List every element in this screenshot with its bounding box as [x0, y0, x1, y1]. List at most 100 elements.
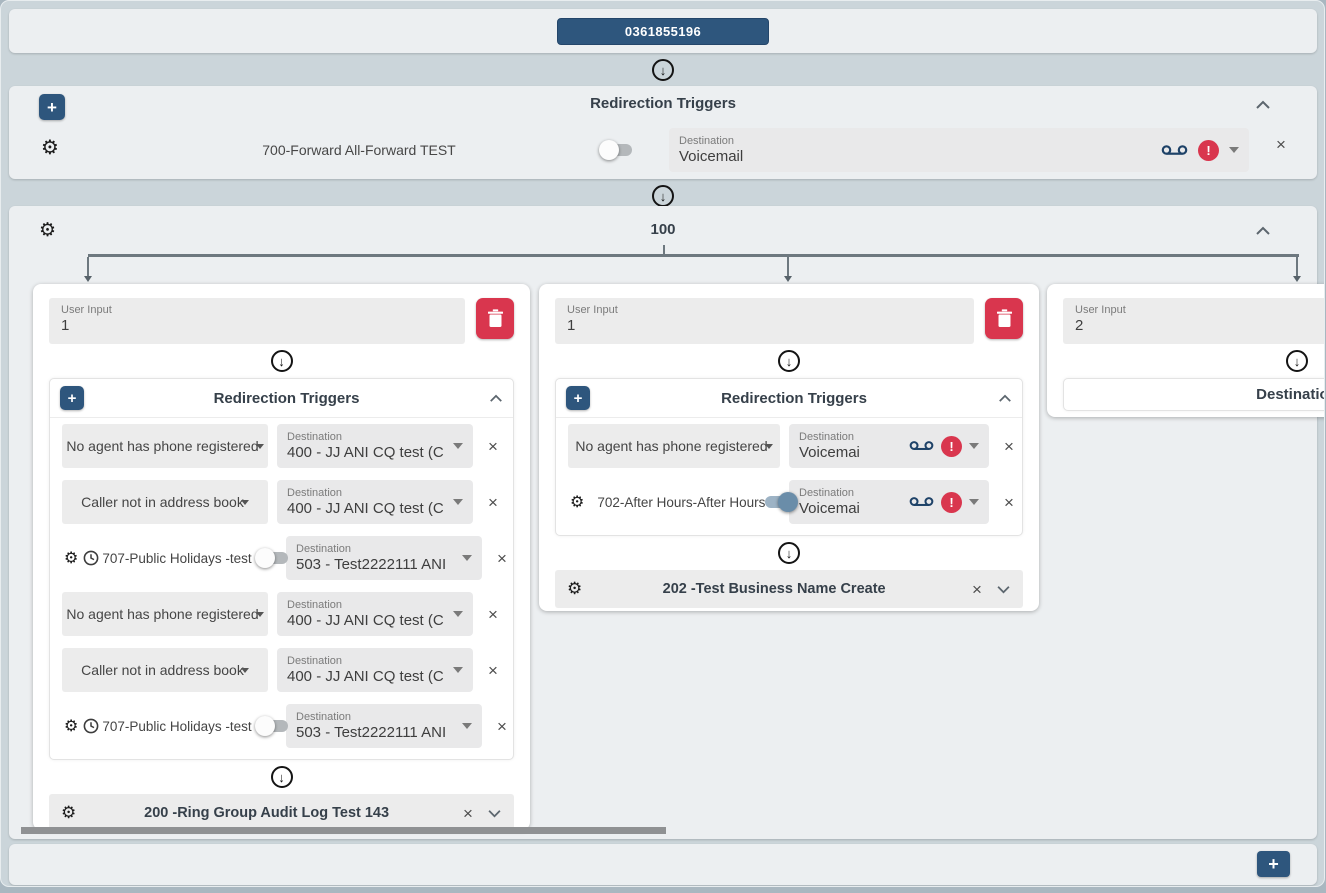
- alert-icon: !: [949, 494, 954, 510]
- user-input-label: User Input: [61, 304, 112, 316]
- gear-icon[interactable]: ⚙: [64, 718, 78, 734]
- expand-chevron-icon[interactable]: [996, 585, 1011, 594]
- destination-dropdown[interactable]: Destination 400 - JJ ANI CQ test (C: [277, 424, 473, 468]
- horizontal-scrollbar[interactable]: [21, 827, 666, 834]
- close-icon: ×: [488, 604, 498, 624]
- delete-card-button[interactable]: [476, 298, 514, 339]
- remove-trigger-button[interactable]: ×: [998, 494, 1020, 511]
- destination-dropdown[interactable]: Destination Voicemail !: [669, 128, 1249, 172]
- destination-dropdown[interactable]: Destination 503 - Test2222111 ANI: [286, 704, 482, 748]
- trigger-name: 707-Public Holidays -test: [102, 718, 252, 734]
- remove-trigger-button[interactable]: ×: [482, 662, 504, 679]
- destination-label: Destination: [287, 431, 343, 443]
- gear-icon[interactable]: ⚙: [64, 550, 78, 566]
- remove-trigger-button[interactable]: ×: [482, 494, 504, 511]
- destination-dropdown[interactable]: Destination 400 - JJ ANI CQ test (C: [277, 648, 473, 692]
- close-icon: ×: [463, 803, 473, 823]
- add-trigger-button[interactable]: +: [60, 386, 84, 410]
- phone-number-panel: 0361855196: [9, 9, 1317, 53]
- trigger-type-dropdown[interactable]: No agent has phone registered: [62, 424, 268, 468]
- flow-down-arrow-icon: ↓: [652, 59, 674, 81]
- tree-arrowhead-icon: [784, 276, 792, 282]
- linked-destination-bar[interactable]: ⚙ 202 -Test Business Name Create ×: [555, 570, 1023, 608]
- user-input-field[interactable]: User Input 1: [555, 298, 974, 344]
- remove-trigger-button[interactable]: ×: [491, 718, 513, 735]
- down-arrow-glyph: ↓: [785, 353, 793, 369]
- trigger-toggle[interactable]: [254, 548, 291, 568]
- remove-trigger-button[interactable]: ×: [998, 438, 1020, 455]
- trigger-toggle[interactable]: [762, 492, 799, 512]
- remove-trigger-button[interactable]: ×: [482, 606, 504, 623]
- down-arrow-glyph: ↓: [659, 62, 667, 78]
- caret-down-icon[interactable]: [453, 443, 463, 449]
- tree-arrowhead-icon: [84, 276, 92, 282]
- expand-chevron-icon[interactable]: [487, 809, 502, 818]
- add-menu-option-button[interactable]: +: [1257, 851, 1290, 877]
- caret-down-icon[interactable]: [453, 611, 463, 617]
- collapse-chevron-icon[interactable]: [1255, 226, 1271, 236]
- voicemail-icon: [909, 441, 934, 450]
- plus-icon: +: [1268, 854, 1279, 874]
- trigger-type-dropdown[interactable]: Caller not in address book: [62, 480, 268, 524]
- delete-card-button[interactable]: [985, 298, 1023, 339]
- trigger-row: ⚙ 707-Public Holidays -test Destination …: [50, 698, 513, 754]
- user-input-field[interactable]: User Input 2: [1063, 298, 1324, 344]
- alert-badge: !: [941, 435, 962, 457]
- trigger-type-dropdown[interactable]: No agent has phone registered: [568, 424, 780, 468]
- collapse-chevron-icon[interactable]: [1255, 100, 1271, 110]
- gear-icon[interactable]: ⚙: [567, 580, 582, 598]
- redirection-triggers-panel: + Redirection Triggers ⚙ 700-Forward All…: [9, 86, 1317, 179]
- destination-dropdown[interactable]: Destination 503 - Test2222111 ANI: [286, 536, 482, 580]
- trigger-name: No agent has phone registered: [66, 606, 259, 622]
- phone-number-button[interactable]: 0361855196: [557, 17, 769, 45]
- caret-down-icon[interactable]: [453, 667, 463, 673]
- trigger-name: No agent has phone registered: [66, 438, 259, 454]
- caret-down-icon: [255, 443, 264, 449]
- remove-trigger-button[interactable]: ×: [1270, 136, 1292, 153]
- toggle-thumb: [254, 716, 275, 736]
- gear-icon[interactable]: ⚙: [570, 494, 584, 510]
- add-trigger-button[interactable]: +: [566, 386, 590, 410]
- trigger-toggle[interactable]: [254, 716, 291, 736]
- flow-down-arrow-icon: ↓: [652, 185, 674, 207]
- destination-dropdown[interactable]: Destination Voicemai !: [789, 424, 989, 468]
- caret-down-icon[interactable]: [969, 499, 979, 505]
- remove-trigger-button[interactable]: ×: [482, 438, 504, 455]
- redirection-triggers-subpanel: + Redirection Triggers No agent has phon…: [555, 378, 1023, 536]
- bottom-bar: +: [9, 844, 1317, 885]
- destination-text: Destination Voicemail: [679, 135, 1157, 165]
- destination-label: Destination: [679, 135, 735, 147]
- gear-icon[interactable]: ⚙: [61, 804, 76, 822]
- plus-icon: +: [67, 389, 77, 407]
- flow-down-arrow-icon: ↓: [1286, 350, 1308, 372]
- trash-icon: [487, 309, 503, 327]
- destination-icons: [449, 667, 463, 673]
- tree-connector: [87, 257, 89, 276]
- remove-destination-button[interactable]: ×: [966, 581, 988, 598]
- remove-trigger-button[interactable]: ×: [491, 550, 513, 567]
- trigger-name: Caller not in address book: [81, 494, 244, 510]
- caret-down-icon[interactable]: [453, 499, 463, 505]
- caret-down-icon[interactable]: [462, 555, 472, 561]
- trigger-type-dropdown[interactable]: No agent has phone registered: [62, 592, 268, 636]
- collapse-chevron-icon[interactable]: [998, 394, 1012, 403]
- caret-down-icon[interactable]: [969, 443, 979, 449]
- down-arrow-glyph: ↓: [278, 353, 285, 369]
- destination-dropdown[interactable]: Destination Voicemai !: [789, 480, 989, 524]
- flow-down-arrow-icon: ↓: [778, 542, 800, 564]
- destination-text: Destination 400 - JJ ANI CQ test (C: [287, 431, 449, 461]
- tree-connector: [787, 257, 789, 276]
- remove-destination-button[interactable]: ×: [457, 805, 479, 822]
- collapse-chevron-icon[interactable]: [489, 394, 503, 403]
- flow-down-arrow-icon: ↓: [270, 350, 293, 372]
- caret-down-icon[interactable]: [1229, 147, 1239, 153]
- user-input-field[interactable]: User Input 1: [49, 298, 465, 344]
- trigger-row: ⚙ 707-Public Holidays -test Destination …: [50, 530, 513, 586]
- caret-down-icon[interactable]: [462, 723, 472, 729]
- gear-icon[interactable]: ⚙: [41, 137, 59, 157]
- trigger-toggle[interactable]: [599, 140, 635, 160]
- destination-dropdown[interactable]: Destination 400 - JJ ANI CQ test (C: [277, 480, 473, 524]
- trigger-type-dropdown[interactable]: Caller not in address book: [62, 648, 268, 692]
- trigger-row: No agent has phone registered Destinatio…: [50, 418, 513, 474]
- destination-dropdown[interactable]: Destination 400 - JJ ANI CQ test (C: [277, 592, 473, 636]
